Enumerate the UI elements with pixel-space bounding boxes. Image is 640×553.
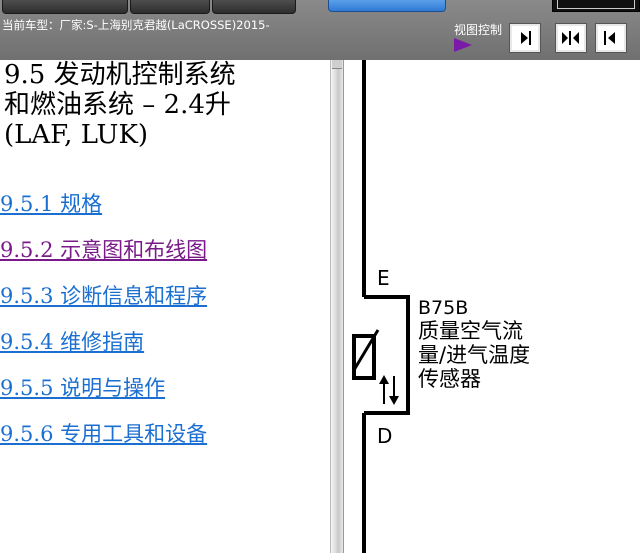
toolbar-button-2[interactable] [130,0,210,14]
diagram-pane[interactable]: E D B75B 质量空气流 量/进气温度 传感器 [344,60,640,553]
current-vehicle-info: 当前车型：厂家:S-上海别克君越(LaCROSSE)2015- [2,18,270,32]
toolbar-button-4[interactable] [552,0,640,12]
pin-label-e: E [377,266,390,290]
arrow-right-bar-icon [521,31,531,45]
component-code: B75B [418,297,468,319]
toc-item-description: 9.5.5 说明与操作 [0,372,165,402]
toc-item-specifications: 9.5.1 规格 [0,188,102,218]
toolbar-active-button[interactable] [328,0,446,12]
component-name-line-1: 质量空气流 [418,319,523,343]
toc-item-schematics: 9.5.2 示意图和布线图 [0,234,207,264]
toc-link-diagnostics[interactable]: 9.5.3 诊断信息和程序 [0,284,207,308]
toc-link-specifications[interactable]: 9.5.1 规格 [0,192,102,216]
scrollbar-thumb[interactable] [332,60,342,69]
wiring-diagram: E D B75B 质量空气流 量/进气温度 传感器 [352,60,530,553]
play-arrow-icon [454,38,472,52]
toc-item-repair: 9.5.4 维修指南 [0,326,144,356]
toc-link-repair[interactable]: 9.5.4 维修指南 [0,330,144,354]
component-name-line-2: 量/进气温度 [418,343,530,367]
toc-link-description[interactable]: 9.5.5 说明与操作 [0,376,165,400]
toc-link-schematics[interactable]: 9.5.2 示意图和布线图 [0,238,207,262]
document-title: 9.5 发动机控制系统 和燃油系统 – 2.4升 (LAF, LUK) [0,60,330,150]
view-expand-right-button[interactable] [510,24,540,52]
view-expand-left-button[interactable] [596,24,626,52]
view-split-button[interactable] [556,24,586,52]
toolbar-button-3[interactable] [212,0,296,14]
title-line-1: 9.5 发动机控制系统 [4,60,236,90]
bidirectional-arrow-icon [379,375,399,405]
toc-item-tools: 9.5.6 专用工具和设备 [0,418,207,448]
toc-link-tools[interactable]: 9.5.6 专用工具和设备 [0,422,207,446]
pin-label-d: D [377,424,392,448]
toc-item-diagnostics: 9.5.3 诊断信息和程序 [0,280,207,310]
view-control-label: 视图控制 [454,23,503,37]
arrow-left-bar-icon [604,31,615,45]
title-line-3: (LAF, LUK) [4,120,149,150]
pane-splitter[interactable] [330,60,344,553]
top-toolbar: 当前车型：厂家:S-上海别克君越(LaCROSSE)2015- 视图控制 [0,0,640,60]
document-pane[interactable]: 9.5 发动机控制系统 和燃油系统 – 2.4升 (LAF, LUK) 9.5.… [0,60,330,553]
title-line-2: 和燃油系统 – 2.4升 [4,90,231,120]
component-name-line-3: 传感器 [418,367,481,391]
split-view-icon [562,31,579,45]
toolbar-button-1[interactable] [2,0,128,14]
